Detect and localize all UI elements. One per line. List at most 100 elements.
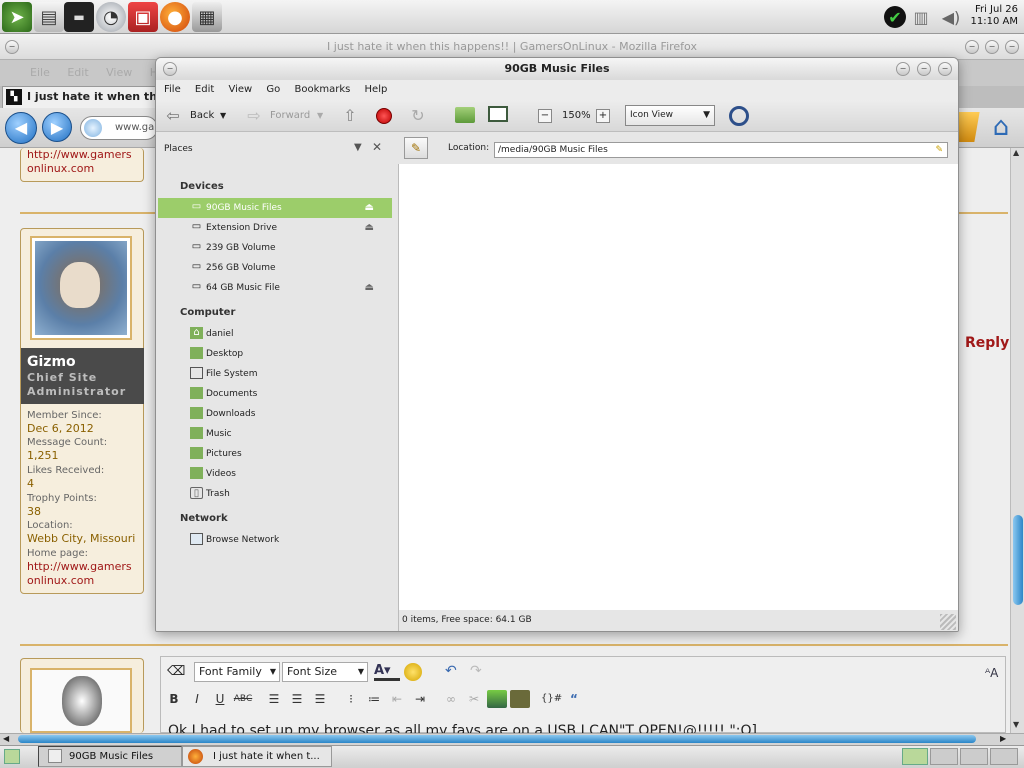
up-icon[interactable]: ⇧ <box>340 106 360 126</box>
unlink-icon[interactable]: ✂ <box>464 690 484 708</box>
show-desktop-icon[interactable] <box>4 749 20 764</box>
menu-go[interactable]: Go <box>266 84 280 95</box>
indent-icon[interactable]: ⇥ <box>410 690 430 708</box>
outdent-icon[interactable]: ⇤ <box>387 690 407 708</box>
homepage-link[interactable]: http://www.gamers onlinux.com <box>27 560 132 588</box>
font-size-select[interactable]: Font Size ▼ <box>282 662 368 682</box>
text-color-icon[interactable]: A▾ <box>374 663 400 681</box>
link-icon[interactable]: ∞ <box>441 690 461 708</box>
location-input[interactable]: /media/90GB Music Files ✎ <box>494 142 948 158</box>
workspace-3[interactable] <box>960 748 988 765</box>
sidebar-item-trash[interactable]: ▯ Trash <box>158 484 392 504</box>
sidebar-item-file-system[interactable]: File System <box>158 364 392 384</box>
font-style-icon[interactable]: ᴬA <box>985 666 998 680</box>
forward-arrow-icon[interactable]: ⇨ <box>244 106 264 126</box>
undo-icon[interactable]: ↶ <box>445 663 457 679</box>
firefox-launcher-icon[interactable]: ● <box>160 2 190 32</box>
view-mode-select[interactable]: Icon View ▼ <box>625 105 715 126</box>
quote-icon[interactable]: “ <box>564 690 584 708</box>
close-sidebar-icon[interactable]: ✕ <box>372 140 382 154</box>
panel-clock[interactable]: Fri Jul 26 11:10 AM <box>971 4 1018 28</box>
clear-location-icon[interactable]: ✎ <box>935 143 943 157</box>
package-icon[interactable]: ▣ <box>128 2 158 32</box>
firefox-tab[interactable]: I just hate it when this h <box>2 86 162 108</box>
zoom-level[interactable]: 150% <box>562 100 591 132</box>
scroll-up-icon[interactable]: ▲ <box>1013 148 1019 157</box>
media-icon[interactable] <box>510 690 530 708</box>
window-menu-icon[interactable]: − <box>163 62 177 76</box>
eject-icon[interactable]: ⏏ <box>365 278 374 298</box>
sidebar-item-239gb-volume[interactable]: ▭ 239 GB Volume <box>158 238 392 258</box>
eraser-icon[interactable]: ⌫ <box>167 664 185 682</box>
code-icon[interactable]: {}# <box>541 690 562 708</box>
firefox-forward-icon[interactable]: ▶ <box>42 112 72 142</box>
sidebar-item-64gb-music-file[interactable]: ▭ 64 GB Music File ⏏ <box>158 278 392 298</box>
places-dropdown-icon[interactable]: ▼ <box>354 142 362 153</box>
strikethrough-icon[interactable]: ABC <box>233 690 253 708</box>
back-history-icon[interactable]: ▼ <box>220 100 226 132</box>
username[interactable]: Gizmo <box>27 354 76 370</box>
zoom-out-icon[interactable]: − <box>538 109 552 123</box>
sidebar-item-pictures[interactable]: Pictures <box>158 444 392 464</box>
places-label[interactable]: Places <box>164 144 193 154</box>
file-manager-icon[interactable]: ▤ <box>34 2 64 32</box>
bold-icon[interactable]: B <box>164 690 184 708</box>
sidebar-item-desktop[interactable]: Desktop <box>158 344 392 364</box>
back-arrow-icon[interactable]: ⇦ <box>163 106 183 126</box>
align-center-icon[interactable]: ☰ <box>287 690 307 708</box>
search-icon[interactable] <box>729 106 749 126</box>
sidebar-item-music[interactable]: Music <box>158 424 392 444</box>
workspace-1[interactable] <box>902 748 928 765</box>
firefox-back-icon[interactable]: ◀ <box>5 112 37 144</box>
scroll-left-icon[interactable]: ◀ <box>3 734 9 743</box>
menu-bookmarks[interactable]: Bookmarks <box>294 84 350 95</box>
window-close-icon[interactable]: − <box>938 62 952 76</box>
update-check-icon[interactable]: ✔ <box>884 6 906 28</box>
clock-app-icon[interactable]: ◔ <box>96 2 126 32</box>
menu-help[interactable]: Help <box>365 84 388 95</box>
terminal-icon[interactable]: ▬ <box>64 2 94 32</box>
scroll-right-icon[interactable]: ▶ <box>1000 734 1006 743</box>
redo-icon[interactable]: ↷ <box>470 663 482 679</box>
font-family-select[interactable]: Font Family ▼ <box>194 662 280 682</box>
numbered-list-icon[interactable]: ≔ <box>364 690 384 708</box>
smiley-icon[interactable] <box>404 663 422 681</box>
workspace-4[interactable] <box>990 748 1018 765</box>
sidebar-item-extension-drive[interactable]: ▭ Extension Drive ⏏ <box>158 218 392 238</box>
menu-file[interactable]: File <box>164 84 181 95</box>
stop-icon[interactable] <box>376 108 392 124</box>
file-manager-titlebar[interactable]: 90GB Music Files <box>156 58 958 80</box>
eject-icon[interactable]: ⏏ <box>365 198 374 218</box>
previous-homepage-link[interactable]: http://www.gamers onlinux.com <box>27 148 132 176</box>
menu-view[interactable]: View <box>228 84 252 95</box>
page-vertical-scrollbar[interactable] <box>1010 148 1024 733</box>
reload-icon[interactable]: ↻ <box>408 106 428 126</box>
window-maximize-icon[interactable]: − <box>917 62 931 76</box>
sidebar-item-browse-network[interactable]: Browse Network <box>158 530 392 550</box>
sidebar-item-documents[interactable]: Documents <box>158 384 392 404</box>
underline-icon[interactable]: U <box>210 690 230 708</box>
zoom-in-icon[interactable]: + <box>596 109 610 123</box>
back-button[interactable]: Back <box>190 100 214 132</box>
main-menu-icon[interactable]: ➤ <box>2 2 32 32</box>
page-scroll-thumb[interactable] <box>1013 515 1023 605</box>
resize-grip-icon[interactable] <box>940 614 956 630</box>
align-right-icon[interactable]: ☰ <box>310 690 330 708</box>
volume-icon[interactable]: ◀) <box>940 6 962 28</box>
sidebar-item-256gb-volume[interactable]: ▭ 256 GB Volume <box>158 258 392 278</box>
firefox-maximize-icon[interactable]: − <box>985 40 999 54</box>
edit-location-icon[interactable]: ✎ <box>404 137 428 159</box>
workspace-2[interactable] <box>930 748 958 765</box>
sidebar-item-downloads[interactable]: Downloads <box>158 404 392 424</box>
forward-button[interactable]: Forward <box>270 100 310 132</box>
home-icon[interactable]: ⌂ <box>985 112 1017 142</box>
screenshot-icon[interactable]: ▦ <box>192 2 222 32</box>
avatar[interactable] <box>30 236 132 340</box>
align-left-icon[interactable]: ☰ <box>264 690 284 708</box>
firefox-minimize-icon[interactable]: − <box>965 40 979 54</box>
horizontal-scroll-thumb[interactable] <box>18 735 976 743</box>
scroll-down-icon[interactable]: ▼ <box>1013 720 1019 729</box>
firefox-close-icon[interactable]: − <box>1005 40 1019 54</box>
next-avatar[interactable] <box>30 668 132 733</box>
forward-history-icon[interactable]: ▼ <box>317 100 323 132</box>
